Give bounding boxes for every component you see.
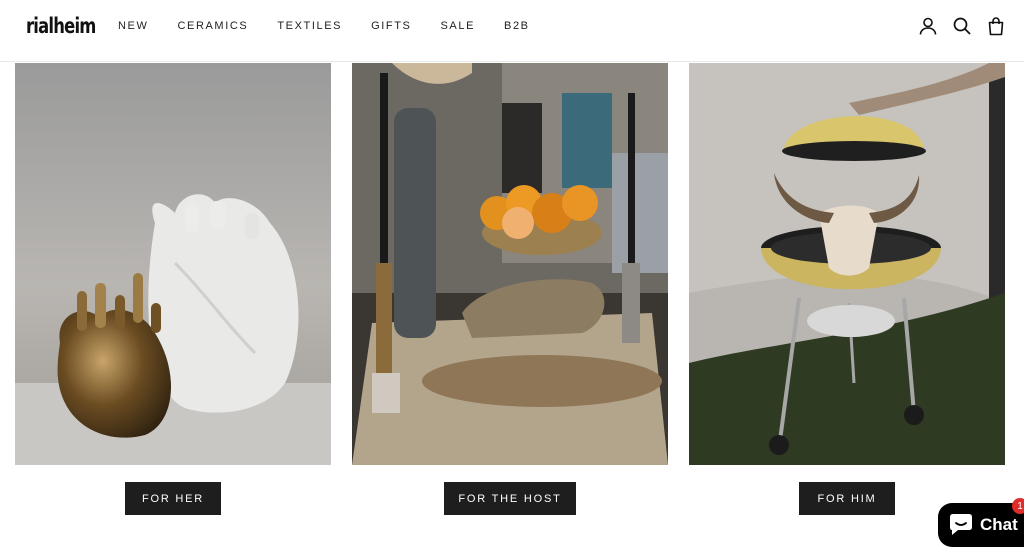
collection-card-for-the-host[interactable] bbox=[352, 63, 668, 465]
grill-icon bbox=[689, 63, 1005, 465]
nav-item-new[interactable]: NEW bbox=[118, 19, 148, 33]
nav-item-ceramics[interactable]: CERAMICS bbox=[177, 19, 248, 33]
for-the-host-button[interactable]: FOR THE HOST bbox=[444, 482, 576, 515]
collection-card-for-her[interactable] bbox=[15, 63, 331, 465]
for-her-button[interactable]: FOR HER bbox=[125, 482, 221, 515]
heart-vases-icon bbox=[15, 63, 331, 465]
chat-bubble-icon bbox=[950, 514, 972, 535]
for-him-button[interactable]: FOR HIM bbox=[799, 482, 895, 515]
nav-item-textiles[interactable]: TEXTILES bbox=[277, 19, 342, 33]
cart-bag-icon[interactable] bbox=[986, 16, 1006, 36]
chat-notification-badge: 1 bbox=[1012, 498, 1024, 514]
account-icon[interactable] bbox=[918, 16, 938, 36]
collection-card-for-him[interactable] bbox=[689, 63, 1005, 465]
brand-logo[interactable]: rialheim bbox=[26, 14, 96, 38]
chat-widget-button[interactable]: Chat bbox=[938, 503, 1024, 547]
nav-item-gifts[interactable]: GIFTS bbox=[371, 19, 411, 33]
site-header: rialheim NEW CERAMICS TEXTILES GIFTS SAL… bbox=[0, 0, 1024, 62]
table-setting-icon bbox=[352, 63, 668, 465]
search-icon[interactable] bbox=[952, 16, 972, 36]
nav-item-b2b[interactable]: B2B bbox=[504, 19, 530, 33]
nav-item-sale[interactable]: SALE bbox=[441, 19, 476, 33]
main-nav: NEW CERAMICS TEXTILES GIFTS SALE B2B bbox=[118, 19, 559, 33]
chat-label: Chat bbox=[980, 515, 1018, 534]
header-icons bbox=[918, 16, 1006, 36]
